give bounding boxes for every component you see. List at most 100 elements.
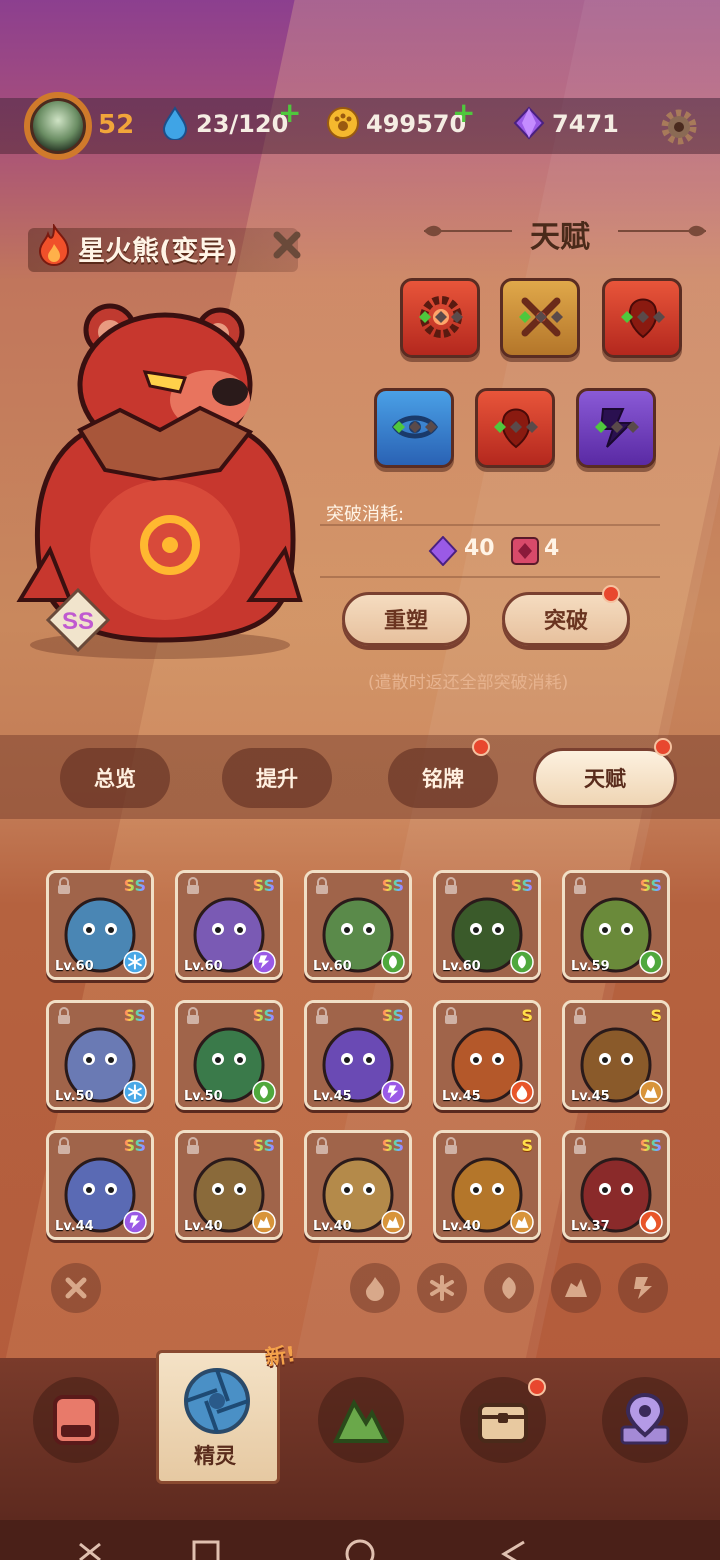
recents-icon[interactable] [190, 1534, 222, 1560]
close-icon[interactable] [74, 1534, 106, 1560]
home-icon[interactable] [344, 1534, 376, 1560]
rock-icon [381, 1210, 405, 1234]
rank-label: SS [381, 1136, 404, 1155]
lock-icon [445, 877, 457, 894]
gear-icon[interactable] [656, 104, 702, 150]
purple-gem-icon [513, 106, 545, 140]
rank-label: SS [123, 1136, 146, 1155]
filter-lightning[interactable] [618, 1263, 668, 1313]
rock-icon [565, 1279, 587, 1297]
talent-slot-drop[interactable] [602, 278, 682, 358]
talent-slot-eye[interactable] [374, 388, 454, 468]
lock-icon [187, 1137, 199, 1154]
red-crystal-box-icon [511, 537, 539, 565]
monster-card[interactable]: SS Lv.40 [304, 1130, 412, 1240]
monster-card[interactable]: SS Lv.45 [304, 1000, 412, 1110]
nav-map[interactable] [602, 1377, 688, 1463]
lock-icon [316, 1137, 328, 1154]
fire-icon [366, 1277, 384, 1301]
monster-card[interactable]: SS Lv.60 [433, 870, 541, 980]
filter-fire[interactable] [350, 1263, 400, 1313]
close-icon[interactable] [270, 228, 304, 262]
notification-dot [472, 738, 490, 756]
rank-label: S [650, 1006, 662, 1025]
tab-upgrade[interactable]: 提升 [222, 748, 332, 808]
monster-card[interactable]: SS Lv.60 [175, 870, 283, 980]
talent-gems [595, 421, 639, 433]
tab-overview[interactable]: 总览 [60, 748, 170, 808]
rank-label: SS [252, 1136, 275, 1155]
mountain-icon [332, 1398, 390, 1443]
lock-icon [187, 877, 199, 894]
talent-gems [519, 311, 563, 323]
talent-title: 天赋 [530, 220, 590, 255]
monster-card[interactable]: SS Lv.44 [46, 1130, 154, 1240]
fire-icon [639, 1210, 663, 1234]
talent-slot-drop-2[interactable] [475, 388, 555, 468]
lock-icon [574, 1137, 586, 1154]
lightning-icon [252, 950, 276, 974]
monster-card[interactable]: SS Lv.59 [562, 870, 670, 980]
notification-dot [602, 585, 620, 603]
level-label: Lv.60 [184, 959, 223, 974]
level-label: Lv.59 [571, 959, 610, 974]
divider [320, 524, 660, 526]
talent-slot-swords[interactable] [500, 278, 580, 358]
monster-card[interactable]: SS Lv.40 [175, 1130, 283, 1240]
monster-card[interactable]: SS Lv.50 [175, 1000, 283, 1110]
level-label: Lv.37 [571, 1219, 610, 1234]
rank-label: SS [639, 1136, 662, 1155]
ornament-right [618, 225, 706, 237]
talent-gems [621, 311, 665, 323]
lightning-icon [634, 1277, 652, 1299]
filter-ice[interactable] [417, 1263, 467, 1313]
tab-nameplate[interactable]: 铭牌 [388, 748, 498, 808]
backpack-icon [53, 1395, 99, 1445]
level-label: Lv.40 [184, 1219, 223, 1234]
talent-gems [494, 421, 538, 433]
clear-filter-button[interactable] [51, 1263, 101, 1313]
level-label: Lv.45 [442, 1089, 481, 1104]
player-avatar[interactable] [24, 92, 92, 160]
rank-label: SS [252, 876, 275, 895]
nav-adventure[interactable] [318, 1377, 404, 1463]
level-label: Lv.50 [184, 1089, 223, 1104]
water-drop-icon [162, 106, 188, 140]
leaf-icon [510, 950, 534, 974]
lock-icon [187, 1007, 199, 1024]
stamina-count: 23/120 [196, 110, 289, 138]
monster-card[interactable]: SS Lv.50 [46, 1000, 154, 1110]
ice-icon [123, 950, 147, 974]
monster-card[interactable]: SS Lv.60 [304, 870, 412, 980]
monster-card[interactable]: S Lv.45 [562, 1000, 670, 1110]
monster-card[interactable]: S Lv.40 [433, 1130, 541, 1240]
rank-label: SS [639, 876, 662, 895]
purple-gem-icon [428, 536, 458, 566]
talent-slot-sun[interactable] [400, 278, 480, 358]
fire-icon [510, 1080, 534, 1104]
divider [320, 576, 660, 578]
level-label: Lv.50 [55, 1089, 94, 1104]
monster-card[interactable]: SS Lv.37 [562, 1130, 670, 1240]
monster-card[interactable]: S Lv.45 [433, 1000, 541, 1110]
back-icon[interactable] [498, 1534, 530, 1560]
talent-slot-lightning[interactable] [576, 388, 656, 468]
add-stamina-button[interactable]: + [278, 96, 301, 129]
leaf-icon [381, 950, 405, 974]
reforge-button[interactable]: 重塑 [342, 592, 470, 646]
map-pin-icon [620, 1392, 670, 1445]
gem-count: 7471 [552, 110, 619, 138]
rank-label: SS [123, 1006, 146, 1025]
tab-talent[interactable]: 天赋 [533, 748, 677, 808]
level-label: Lv.60 [55, 959, 94, 974]
filter-rock[interactable] [551, 1263, 601, 1313]
monster-card[interactable]: SS Lv.60 [46, 870, 154, 980]
release-refund-note: (遣散时返还全部突破消耗) [368, 673, 569, 693]
player-level: 52 [98, 110, 135, 140]
nav-backpack[interactable] [33, 1377, 119, 1463]
leaf-icon [502, 1277, 516, 1299]
rank-label: SS [252, 1006, 275, 1025]
add-coins-button[interactable]: + [452, 96, 475, 129]
fire-element-icon [38, 224, 70, 266]
filter-leaf[interactable] [484, 1263, 534, 1313]
